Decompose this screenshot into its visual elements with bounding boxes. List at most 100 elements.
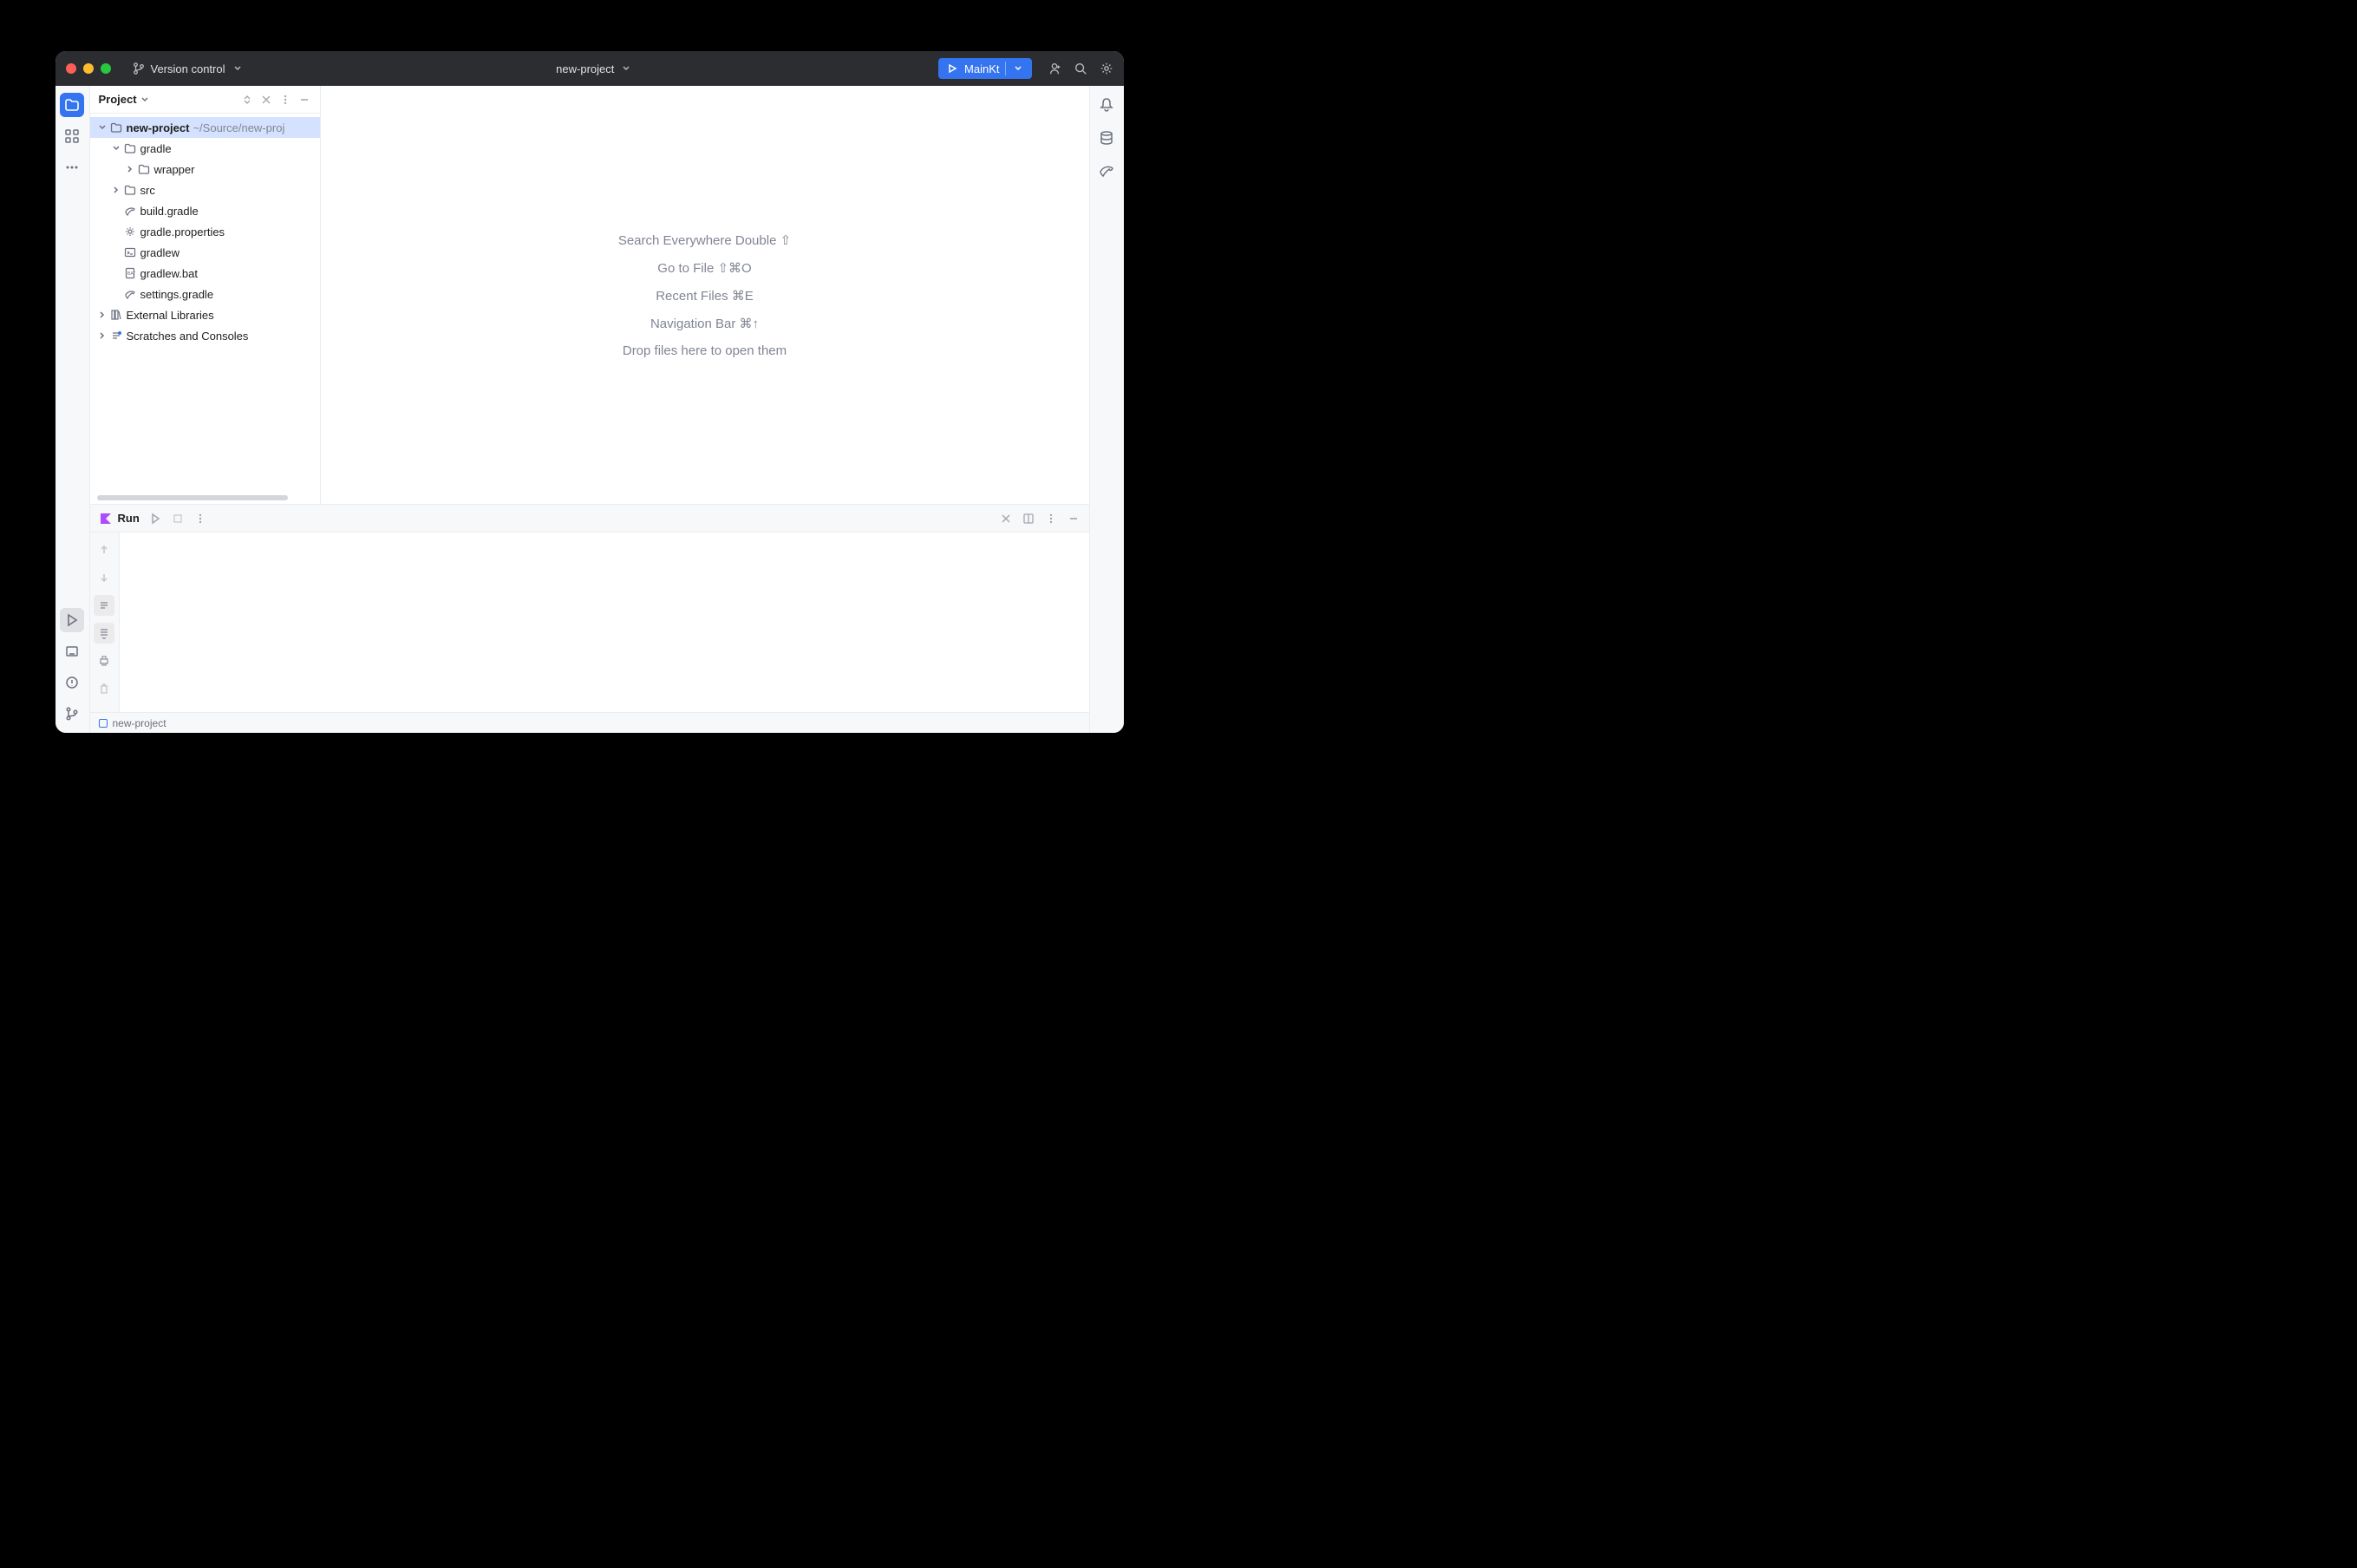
clear-icon[interactable] <box>94 678 114 699</box>
run-tool-button[interactable] <box>60 608 84 632</box>
tree-item-label: build.gradle <box>140 205 199 218</box>
close-window-button[interactable] <box>66 63 76 74</box>
run-more-icon[interactable] <box>1044 512 1058 526</box>
ide-body: Project <box>55 86 1124 733</box>
run-options-icon[interactable] <box>193 512 207 526</box>
database-tool-button[interactable] <box>1094 126 1119 150</box>
structure-tool-button[interactable] <box>60 124 84 148</box>
code-with-me-icon[interactable] <box>1048 62 1061 75</box>
search-icon[interactable] <box>1074 62 1087 75</box>
tree-item-label: src <box>140 184 155 197</box>
chevron-down-icon <box>95 123 109 132</box>
play-icon <box>945 62 959 75</box>
tree-item-label: External Libraries <box>127 309 214 322</box>
problems-tool-button[interactable] <box>60 670 84 695</box>
panel-options-icon[interactable] <box>278 93 292 107</box>
tree-item-src[interactable]: src <box>90 180 320 200</box>
gradle-icon <box>123 205 137 217</box>
minimize-window-button[interactable] <box>83 63 94 74</box>
tree-item-label: gradlew <box>140 246 180 259</box>
up-stack-icon[interactable] <box>94 539 114 560</box>
hint-drop-files: Drop files here to open them <box>623 343 787 358</box>
gear-icon <box>123 225 137 238</box>
run-output[interactable] <box>123 536 1086 709</box>
project-panel-title[interactable]: Project <box>99 93 149 106</box>
vcs-tool-button[interactable] <box>60 702 84 726</box>
down-stack-icon[interactable] <box>94 567 114 588</box>
svg-text:BAT: BAT <box>127 271 135 277</box>
run-panel-title-label: Run <box>118 512 140 525</box>
branch-icon <box>132 62 146 75</box>
tree-item-settings-gradle[interactable]: settings.gradle <box>90 284 320 304</box>
right-toolbar <box>1089 86 1124 733</box>
settings-icon[interactable] <box>1100 62 1113 75</box>
chevron-right-icon <box>123 165 137 173</box>
select-opened-file-icon[interactable] <box>240 93 254 107</box>
version-control-label: Version control <box>151 62 225 75</box>
soft-wrap-icon[interactable] <box>94 595 114 616</box>
shell-icon <box>123 246 137 258</box>
layout-icon[interactable] <box>1022 512 1035 526</box>
run-configuration[interactable]: MainKt <box>938 58 1031 79</box>
tree-item-label: Scratches and Consoles <box>127 330 249 343</box>
notifications-tool-button[interactable] <box>1094 93 1119 117</box>
stop-icon[interactable] <box>171 512 185 526</box>
chevron-down-icon <box>1011 62 1025 75</box>
statusbar: new-project <box>90 712 1089 733</box>
collapse-all-icon[interactable] <box>259 93 273 107</box>
library-icon <box>109 309 123 321</box>
project-name-label: new-project <box>556 62 614 75</box>
maximize-window-button[interactable] <box>101 63 111 74</box>
project-panel: Project <box>90 86 321 504</box>
tree-item-gradlew-bat[interactable]: BAT gradlew.bat <box>90 263 320 284</box>
tree-item-build-gradle[interactable]: build.gradle <box>90 200 320 221</box>
scratch-icon <box>109 330 123 342</box>
titlebar: Version control new-project MainKt <box>55 51 1124 86</box>
ide-window: Version control new-project MainKt <box>55 51 1124 733</box>
chevron-down-icon <box>619 62 633 75</box>
upper-area: Project <box>90 86 1089 504</box>
tree-item-label: gradle <box>140 142 172 155</box>
chevron-right-icon <box>95 331 109 340</box>
run-panel: Run <box>90 504 1089 712</box>
more-tool-button[interactable] <box>60 155 84 180</box>
hint-goto-file: Go to File ⇧⌘O <box>657 260 751 276</box>
main-area: Project <box>90 86 1089 733</box>
gradle-tool-button[interactable] <box>1094 159 1119 183</box>
horizontal-scrollbar[interactable] <box>97 495 288 500</box>
terminal-tool-button[interactable] <box>60 639 84 663</box>
hint-recent-files: Recent Files ⌘E <box>656 288 754 304</box>
hint-search-everywhere: Search Everywhere Double ⇧ <box>618 232 791 248</box>
window-controls <box>66 63 111 74</box>
folder-icon <box>137 163 151 175</box>
tree-root[interactable]: new-project ~/Source/new-proj <box>90 117 320 138</box>
chevron-down-icon <box>231 62 245 75</box>
editor-empty-state[interactable]: Search Everywhere Double ⇧ Go to File ⇧⌘… <box>321 86 1089 504</box>
tree-item-gradle[interactable]: gradle <box>90 138 320 159</box>
left-toolbar <box>55 86 90 733</box>
close-tab-icon[interactable] <box>999 512 1013 526</box>
hide-run-panel-icon[interactable] <box>1067 512 1081 526</box>
tree-item-scratches[interactable]: Scratches and Consoles <box>90 325 320 346</box>
chevron-down-icon <box>140 95 149 104</box>
project-tool-button[interactable] <box>60 93 84 117</box>
version-control-menu[interactable]: Version control <box>125 58 251 79</box>
project-tree[interactable]: new-project ~/Source/new-proj gradle wra… <box>90 114 320 504</box>
rerun-icon[interactable] <box>148 512 162 526</box>
tree-item-external-libraries[interactable]: External Libraries <box>90 304 320 325</box>
tree-root-path: ~/Source/new-proj <box>193 121 284 134</box>
project-name-dropdown[interactable]: new-project <box>549 58 640 79</box>
tree-item-gradlew[interactable]: gradlew <box>90 242 320 263</box>
tree-item-label: settings.gradle <box>140 288 214 301</box>
hide-panel-icon[interactable] <box>297 93 311 107</box>
project-panel-title-label: Project <box>99 93 137 106</box>
scroll-to-end-icon[interactable] <box>94 623 114 644</box>
hint-navigation-bar: Navigation Bar ⌘↑ <box>650 316 759 331</box>
status-indicator-icon[interactable] <box>99 719 108 728</box>
project-panel-header: Project <box>90 86 320 114</box>
titlebar-right-icons <box>1048 62 1113 75</box>
print-icon[interactable] <box>94 650 114 671</box>
tree-item-wrapper[interactable]: wrapper <box>90 159 320 180</box>
folder-icon <box>123 142 137 154</box>
tree-item-gradle-properties[interactable]: gradle.properties <box>90 221 320 242</box>
